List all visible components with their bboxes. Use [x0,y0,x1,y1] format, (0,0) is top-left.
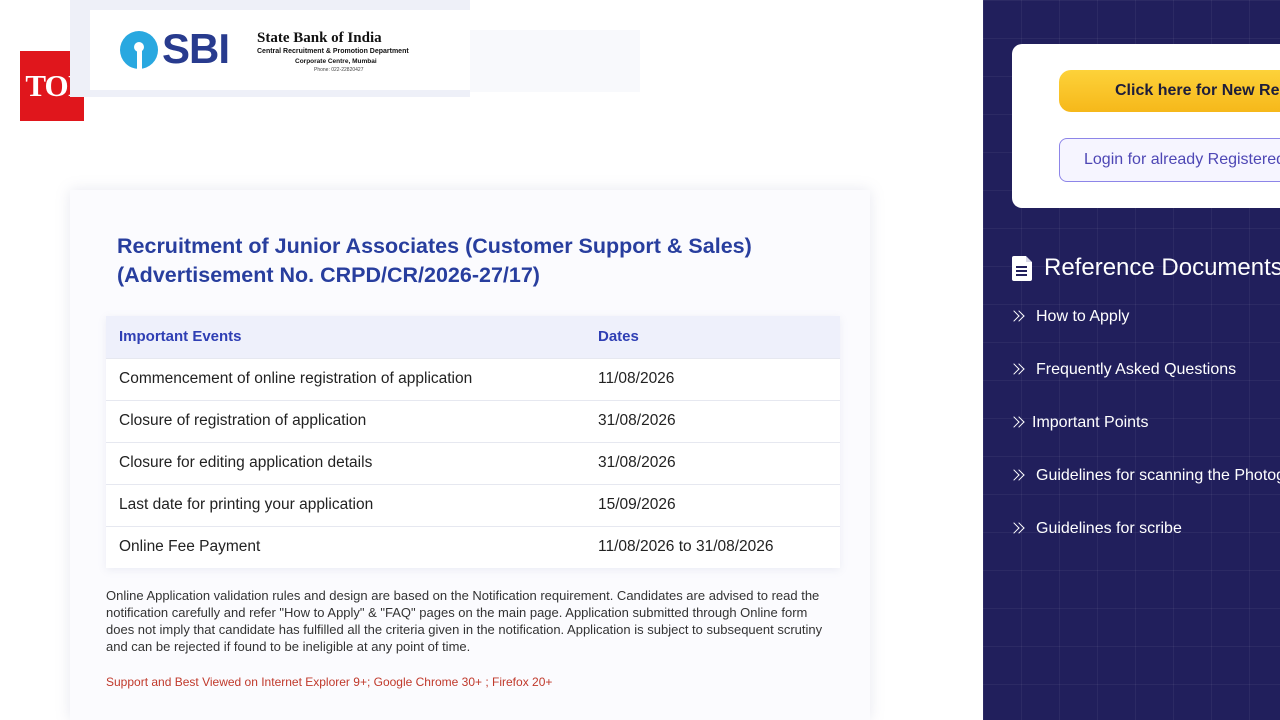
event-cell: Commencement of online registration of a… [106,357,585,400]
double-chevron-right-icon [1008,469,1026,483]
sidebar-item-photo-guidelines[interactable]: Guidelines for scanning the Photograph [1008,467,1280,485]
date-cell: 11/08/2026 to 31/08/2026 [585,525,840,568]
important-events-table: Important Events Dates Commencement of o… [106,316,840,568]
table-row: Closure of registration of application 3… [106,399,840,442]
sidebar-item-scribe-guidelines[interactable]: Guidelines for scribe [1008,520,1182,538]
event-cell: Closure for editing application details [106,441,585,484]
double-chevron-right-icon [1008,310,1026,324]
table-row: Closure for editing application details … [106,441,840,484]
title-line-2: (Advertisement No. CRPD/CR/2026-27/17) [117,263,540,287]
date-cell: 11/08/2026 [585,357,840,400]
bank-department: Central Recruitment & Promotion Departme… [257,48,409,55]
notice-text: Online Application validation rules and … [106,588,823,654]
table-row: Commencement of online registration of a… [106,357,840,400]
event-cell: Closure of registration of application [106,399,585,442]
login-button[interactable]: Login for already Registered [1059,138,1280,182]
registration-card: Click here for New Registration Login fo… [1012,44,1280,208]
page-title: Recruitment of Junior Associates (Custom… [117,232,837,290]
date-cell: 31/08/2026 [585,441,840,484]
sidebar: Click here for New Registration Login fo… [983,0,1280,720]
table-row: Online Fee Payment 11/08/2026 to 31/08/2… [106,525,840,568]
header-fade [470,30,640,92]
sbi-logo-icon [120,31,158,69]
sidebar-item-important-points[interactable]: Important Points [1008,414,1149,432]
sidebar-item-how-to-apply[interactable]: How to Apply [1008,308,1130,326]
sidebar-item-label: How to Apply [1036,308,1130,325]
sbi-logo-text: SBI [162,25,230,72]
title-line-1: Recruitment of Junior Associates (Custom… [117,234,752,258]
sidebar-item-label: Guidelines for scribe [1036,520,1182,537]
reference-documents-heading: Reference Documents [1012,254,1280,282]
date-cell: 15/09/2026 [585,483,840,526]
reference-documents-title: Reference Documents [1044,254,1280,281]
bank-phone: Phone: 022-22820427 [314,67,364,73]
sidebar-item-label: Important Points [1032,414,1149,431]
double-chevron-right-icon [1008,522,1026,536]
recruitment-card: Recruitment of Junior Associates (Custom… [70,190,870,720]
sbi-header: SBI State Bank of India Central Recruitm… [90,10,470,90]
double-chevron-right-icon [1008,416,1026,430]
sidebar-item-faq[interactable]: Frequently Asked Questions [1008,361,1237,379]
column-header-dates: Dates [585,316,840,358]
sidebar-item-label: Guidelines for scanning the Photograph [1036,467,1280,484]
event-cell: Last date for printing your application [106,483,585,526]
new-registration-button[interactable]: Click here for New Registration [1059,70,1280,112]
event-cell: Online Fee Payment [106,525,585,568]
bank-name: State Bank of India [257,30,382,46]
double-chevron-right-icon [1008,363,1026,377]
table-header-row: Important Events Dates [106,316,840,358]
table-row: Last date for printing your application … [106,483,840,526]
sidebar-item-label: Frequently Asked Questions [1036,361,1237,378]
date-cell: 31/08/2026 [585,399,840,442]
document-icon [1012,255,1032,281]
bank-centre: Corporate Centre, Mumbai [295,58,377,65]
column-header-events: Important Events [106,316,585,358]
browser-support-note: Support and Best Viewed on Internet Expl… [106,675,553,689]
